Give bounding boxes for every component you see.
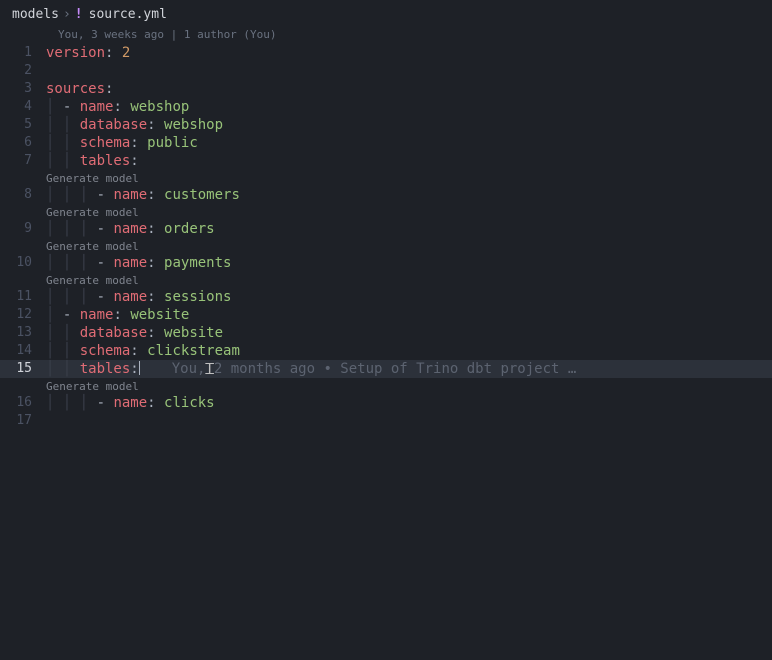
code-line[interactable]: 6 │ │ schema: public — [0, 134, 772, 152]
codelens-generate-model[interactable]: Generate model — [0, 378, 772, 394]
line-number: 12 — [0, 306, 46, 324]
line-number: 17 — [0, 412, 46, 430]
yaml-value: website — [130, 307, 189, 323]
code-line[interactable]: 2 — [0, 62, 772, 80]
line-number: 14 — [0, 342, 46, 360]
yaml-key: name — [113, 221, 147, 237]
yaml-key: sources — [46, 81, 105, 97]
line-number: 7 — [0, 152, 46, 170]
yaml-key: tables — [80, 153, 131, 169]
codelens-generate-model[interactable]: Generate model — [0, 238, 772, 254]
line-number: 16 — [0, 394, 46, 412]
yaml-key: tables — [80, 361, 131, 377]
line-number: 3 — [0, 80, 46, 98]
code-line[interactable]: 5 │ │ database: webshop — [0, 116, 772, 134]
codelens-generate-model[interactable]: Generate model — [0, 170, 772, 186]
yaml-value: orders — [164, 221, 215, 237]
line-number: 6 — [0, 134, 46, 152]
yaml-value: clickstream — [147, 343, 240, 359]
code-line[interactable]: 7 │ │ tables: — [0, 152, 772, 170]
yaml-value: payments — [164, 255, 231, 271]
line-number: 5 — [0, 116, 46, 134]
code-line[interactable]: 14 │ │ schema: clickstream — [0, 342, 772, 360]
code-line[interactable]: 10 │ │ │ - name: payments — [0, 254, 772, 272]
yaml-value: clicks — [164, 395, 215, 411]
line-number: 11 — [0, 288, 46, 306]
yaml-value: webshop — [130, 99, 189, 115]
yaml-key: name — [80, 99, 114, 115]
yaml-value: public — [147, 135, 198, 151]
breadcrumb-segment-models[interactable]: models — [12, 7, 59, 22]
yaml-value: website — [164, 325, 223, 341]
code-line[interactable]: 12 │ - name: website — [0, 306, 772, 324]
code-line[interactable]: 3 sources: — [0, 80, 772, 98]
text-cursor — [139, 361, 140, 375]
code-line[interactable]: 4 │ - name: webshop — [0, 98, 772, 116]
code-line[interactable]: 17 — [0, 412, 772, 430]
breadcrumb-filename[interactable]: source.yml — [89, 7, 167, 22]
line-number: 4 — [0, 98, 46, 116]
gitlens-authorship[interactable]: You, 3 weeks ago | 1 author (You) — [0, 28, 772, 44]
code-line[interactable]: 1 version: 2 — [0, 44, 772, 62]
yaml-value: customers — [164, 187, 240, 203]
code-editor[interactable]: 1 version: 2 2 3 sources: 4 │ - name: we… — [0, 44, 772, 430]
yaml-value: sessions — [164, 289, 231, 305]
yaml-key: schema — [80, 135, 131, 151]
code-line[interactable]: 9 │ │ │ - name: orders — [0, 220, 772, 238]
breadcrumb[interactable]: models › ! source.yml — [0, 0, 772, 28]
line-number: 13 — [0, 324, 46, 342]
yaml-value: webshop — [164, 117, 223, 133]
chevron-right-icon: › — [63, 7, 71, 22]
code-line[interactable]: 16 │ │ │ - name: clicks — [0, 394, 772, 412]
yaml-key: name — [113, 289, 147, 305]
code-line[interactable]: 11 │ │ │ - name: sessions — [0, 288, 772, 306]
yaml-number: 2 — [122, 45, 130, 61]
yaml-key: database — [80, 117, 147, 133]
yaml-key: name — [80, 307, 114, 323]
line-number: 1 — [0, 44, 46, 62]
yaml-key: name — [113, 395, 147, 411]
code-line[interactable]: 8 │ │ │ - name: customers — [0, 186, 772, 204]
yaml-key: database — [80, 325, 147, 341]
line-number: 2 — [0, 62, 46, 80]
gitlens-inline-blame[interactable]: You, 2 months ago • Setup of Trino dbt p… — [172, 360, 577, 378]
yaml-key: name — [113, 187, 147, 203]
codelens-generate-model[interactable]: Generate model — [0, 272, 772, 288]
yaml-key: name — [113, 255, 147, 271]
codelens-generate-model[interactable]: Generate model — [0, 204, 772, 220]
line-number: 8 — [0, 186, 46, 204]
code-line-current[interactable]: 15 │ │ tables: You, 2 months ago • Setup… — [0, 360, 772, 378]
line-number: 9 — [0, 220, 46, 238]
code-line[interactable]: 13 │ │ database: website — [0, 324, 772, 342]
yaml-key: schema — [80, 343, 131, 359]
line-number: 10 — [0, 254, 46, 272]
yaml-key: version — [46, 45, 105, 61]
line-number: 15 — [0, 360, 46, 378]
yaml-file-icon: ! — [75, 7, 83, 22]
